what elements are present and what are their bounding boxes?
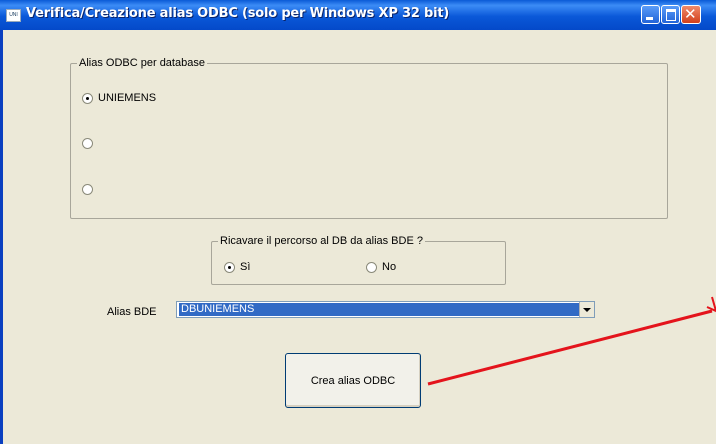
radio-no[interactable]: No bbox=[366, 261, 396, 273]
path-from-bde-group: Ricavare il percorso al DB da alias BDE … bbox=[211, 235, 506, 285]
database-group-legend: Alias ODBC per database bbox=[79, 57, 205, 69]
radio-indicator[interactable] bbox=[224, 261, 235, 273]
annotation-line bbox=[427, 309, 713, 386]
annotation-arrowhead bbox=[706, 296, 716, 313]
maximize-button[interactable] bbox=[661, 5, 680, 24]
close-icon: ✕ bbox=[684, 5, 697, 23]
window-title: Verifica/Creazione alias ODBC (solo per … bbox=[26, 6, 450, 21]
radio-indicator[interactable] bbox=[82, 138, 93, 149]
alias-bde-label: Alias BDE bbox=[107, 306, 157, 318]
radio-option-2[interactable] bbox=[82, 138, 93, 149]
title-bar[interactable]: UNI Verifica/Creazione alias ODBC (solo … bbox=[0, 0, 716, 30]
radio-uniemens[interactable]: UNIEMENS bbox=[82, 92, 156, 104]
odbc-alias-window: UNI Verifica/Creazione alias ODBC (solo … bbox=[0, 0, 716, 444]
radio-label: UNIEMENS bbox=[98, 92, 157, 104]
create-odbc-alias-button[interactable]: Crea alias ODBC bbox=[285, 353, 421, 408]
alias-bde-value: DBUNIEMENS bbox=[179, 303, 582, 316]
radio-indicator[interactable] bbox=[366, 261, 377, 273]
radio-label: No bbox=[382, 261, 397, 273]
minimize-button[interactable] bbox=[641, 5, 660, 24]
database-alias-group: Alias ODBC per database bbox=[70, 57, 668, 219]
close-button[interactable]: ✕ bbox=[681, 5, 701, 24]
alias-bde-select[interactable]: DBUNIEMENS bbox=[176, 301, 595, 318]
path-group-legend: Ricavare il percorso al DB da alias BDE … bbox=[220, 235, 423, 247]
dropdown-arrow-icon[interactable] bbox=[579, 302, 594, 317]
app-icon: UNI bbox=[6, 9, 21, 22]
radio-yes[interactable]: Sì bbox=[224, 261, 250, 273]
radio-indicator[interactable] bbox=[82, 92, 93, 104]
radio-indicator[interactable] bbox=[82, 184, 93, 195]
window-border bbox=[0, 30, 3, 444]
radio-label: Sì bbox=[240, 261, 251, 273]
radio-option-3[interactable] bbox=[82, 184, 93, 195]
